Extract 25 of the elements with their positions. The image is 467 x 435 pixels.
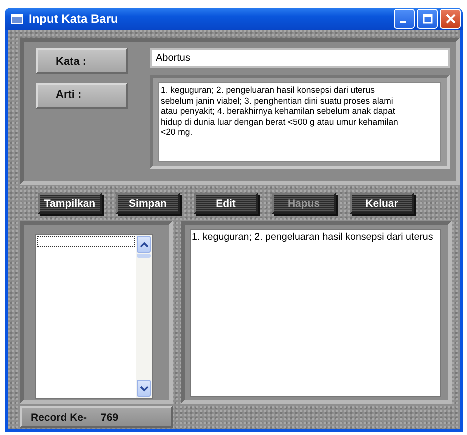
scrollbar-thumb[interactable]: [137, 254, 151, 258]
command-button[interactable]: Simpan: [116, 193, 180, 214]
minimize-button[interactable]: [394, 9, 415, 29]
close-icon: [446, 14, 456, 24]
scroll-up-icon[interactable]: [137, 236, 151, 253]
minimize-icon: [400, 21, 406, 23]
text-area[interactable]: 1. keguguran; 2. pengeluaran hasil konsepsi dari uterus sebelum janin viabel; 3. penghentian dini suatu proses alami atau penyakit; 4. berakhirnya kehamilan sebelum anak dapat hidup di dunia luar dengan berat <500 g atau umur kehamilan <20 mg.: [158, 82, 441, 162]
maximize-icon: [422, 14, 432, 24]
close-button[interactable]: [440, 9, 461, 29]
maximize-button[interactable]: [417, 9, 438, 29]
scrollbar[interactable]: [136, 235, 152, 398]
record-label: Record Ke-: [31, 412, 88, 426]
window-icon: [11, 14, 23, 24]
list-box[interactable]: [35, 234, 153, 399]
record-number: 769: [101, 412, 119, 426]
input-field[interactable]: Abortus: [150, 48, 450, 68]
command-button[interactable]: Keluar: [350, 193, 414, 214]
command-button[interactable]: Edit: [194, 193, 258, 214]
text-area[interactable]: 1. keguguran; 2. pengeluaran hasil konsepsi dari uterus: [190, 229, 441, 397]
field-label: Arti :: [36, 83, 128, 109]
command-button[interactable]: Tampilkan: [38, 193, 102, 214]
window-title: Input Kata Baru: [29, 12, 120, 26]
scroll-down-icon[interactable]: [137, 380, 151, 397]
list-item[interactable]: [37, 236, 135, 247]
field-label: Kata :: [36, 48, 128, 74]
